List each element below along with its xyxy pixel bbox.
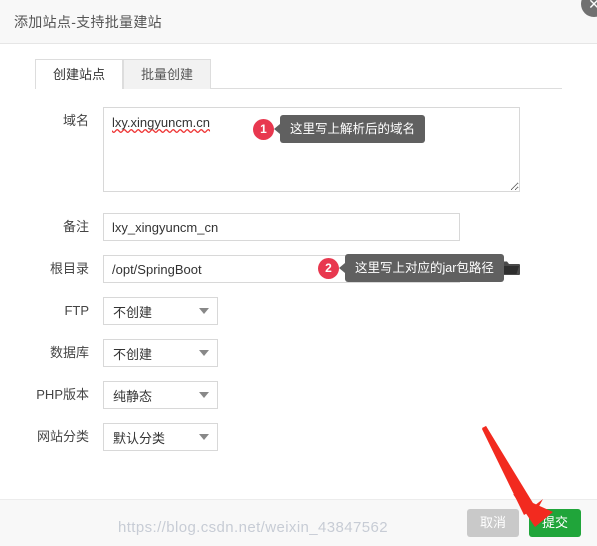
annotation-badge-2: 2 <box>318 257 339 279</box>
tab-bar: 创建站点 批量创建 <box>0 58 597 90</box>
label-root-dir: 根目录 <box>49 261 89 276</box>
ftp-select-value: 不创建 <box>113 304 153 320</box>
tab-create-site[interactable]: 创建站点 <box>35 59 124 90</box>
php-version-select-value: 纯静态 <box>113 388 153 404</box>
database-select-value: 不创建 <box>113 346 153 362</box>
control-domain: 1 这里写上解析后的域名 <box>103 107 597 195</box>
control-database: 不创建 <box>103 339 597 367</box>
add-site-dialog: 添加站点-支持批量建站 ✕ 创建站点 批量创建 域名 1 这里写上解析后的域名 … <box>0 0 597 546</box>
form-row-php-version: PHP版本 纯静态 <box>0 381 597 409</box>
form-row-remark: 备注 <box>0 213 597 241</box>
control-remark <box>103 213 597 241</box>
php-version-select[interactable]: 纯静态 <box>103 381 218 409</box>
form-row-ftp: FTP 不创建 <box>0 297 597 325</box>
control-root-dir: 2 这里写上对应的jar包路径 <box>103 254 597 283</box>
site-form: 域名 1 这里写上解析后的域名 备注 根目录 <box>0 89 597 451</box>
database-select[interactable]: 不创建 <box>103 339 218 367</box>
remark-input[interactable] <box>103 213 460 241</box>
annotation-2: 2 这里写上对应的jar包路径 <box>318 254 504 282</box>
form-row-database: 数据库 不创建 <box>0 339 597 367</box>
dialog-footer: 取消 提交 <box>0 499 597 546</box>
annotation-1: 1 这里写上解析后的域名 <box>253 115 426 143</box>
label-php-version: PHP版本 <box>36 387 89 402</box>
control-ftp: 不创建 <box>103 297 597 325</box>
annotation-text-2: 这里写上对应的jar包路径 <box>339 254 504 282</box>
ftp-select[interactable]: 不创建 <box>103 297 218 325</box>
site-category-select-value: 默认分类 <box>113 430 166 446</box>
control-site-category: 默认分类 <box>103 423 597 451</box>
form-row-site-category: 网站分类 默认分类 <box>0 423 597 451</box>
chevron-down-icon <box>199 308 209 314</box>
chevron-down-icon <box>199 392 209 398</box>
site-category-select[interactable]: 默认分类 <box>103 423 218 451</box>
annotation-badge-1: 1 <box>253 118 274 140</box>
chevron-down-icon <box>199 434 209 440</box>
label-domain: 域名 <box>62 113 89 128</box>
cancel-button[interactable]: 取消 <box>466 509 519 537</box>
form-row-root-dir: 根目录 2 这里写上对应的jar包路径 <box>0 254 597 283</box>
control-php-version: 纯静态 <box>103 381 597 409</box>
label-database: 数据库 <box>49 345 89 360</box>
label-remark: 备注 <box>62 219 89 234</box>
label-ftp: FTP <box>64 303 89 318</box>
tab-batch-create[interactable]: 批量创建 <box>123 59 212 89</box>
submit-button[interactable]: 提交 <box>528 509 581 537</box>
form-row-domain: 域名 1 这里写上解析后的域名 <box>0 107 597 195</box>
close-icon[interactable]: ✕ <box>581 0 597 17</box>
page-title: 添加站点-支持批量建站 <box>14 13 162 30</box>
dialog-header: 添加站点-支持批量建站 ✕ <box>0 0 597 44</box>
annotation-text-1: 这里写上解析后的域名 <box>273 115 426 143</box>
label-site-category: 网站分类 <box>36 429 89 444</box>
chevron-down-icon <box>199 350 209 356</box>
